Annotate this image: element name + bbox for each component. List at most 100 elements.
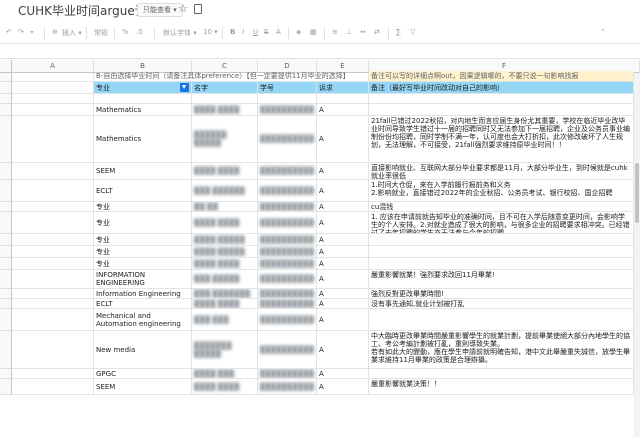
cell-a-header[interactable] [12,82,94,94]
borders-button[interactable]: ▦ [310,28,317,36]
cell-d[interactable]: ██████████ [258,163,317,180]
collapse-toolbar-icon[interactable]: ⌃ [600,28,606,36]
row-header[interactable] [0,289,12,299]
cell-b[interactable]: Mechanical and Automation engineering [94,309,192,331]
redo-icon[interactable]: ↷ [18,28,24,36]
view-mode-dropdown[interactable]: 只能查看 ▾ [137,3,183,17]
row-header[interactable] [0,258,12,270]
cell-b[interactable]: SEEM [94,163,192,180]
cell-a[interactable] [12,163,94,180]
row-header[interactable] [0,212,12,234]
cell-c[interactable]: ████ █████ [192,234,258,246]
cell-b[interactable]: Mathematics [94,116,192,163]
row-header[interactable] [0,234,12,246]
cell-f[interactable]: 21fall已错过2022秋招，对内地生而言应届生身份尤其重要，学校在临近毕业改… [369,116,634,163]
row-header[interactable] [0,331,12,369]
cell-a[interactable] [12,258,94,270]
header-name[interactable]: 名字 [192,82,258,94]
cell-a[interactable] [12,369,94,379]
cell-b[interactable] [94,94,192,104]
cell-d[interactable]: ██████████ [258,369,317,379]
filter-button[interactable]: ▽ [410,28,415,36]
cell-f[interactable] [369,369,634,379]
scrollbar-thumb[interactable] [635,163,639,223]
cell-e[interactable]: A [317,234,369,246]
cell-f[interactable]: 強烈反對更改畢業時間! [369,289,634,299]
row-header[interactable] [0,163,12,180]
spreadsheet-grid[interactable]: B-自由选择毕业时间（请备注具体preference）【但一定要提供11月毕业的… [0,71,640,437]
strikethrough-button[interactable]: S [264,28,268,36]
cell-b-note[interactable]: B-自由选择毕业时间（请备注具体preference）【但一定要提供11月毕业的… [94,71,369,82]
cell-e[interactable]: A [317,258,369,270]
cell-f[interactable] [369,94,634,104]
cell-d[interactable]: ██████████ [258,212,317,234]
cell-c[interactable]: ██ ██ [192,202,258,212]
cell-a[interactable] [12,180,94,202]
cell-d[interactable]: ██████████ [258,270,317,289]
cell-b[interactable]: Mathematics [94,104,192,116]
rotate-button[interactable]: ⇄ [374,28,380,36]
cell-d[interactable] [258,94,317,104]
cell-a-note[interactable] [12,73,94,82]
valign-button[interactable]: ⊥ [346,28,352,36]
header-student-id[interactable]: 学号 [258,82,317,94]
row-header[interactable] [0,73,12,82]
cell-f-note[interactable]: 备注可以写的详细点啊out，因果逻辑哪的，不要只说一句影响找报 [369,71,634,82]
cell-a[interactable] [12,202,94,212]
cell-d[interactable]: ██████████ [258,289,317,299]
cell-c[interactable]: ████ ███ [192,369,258,379]
column-header-a[interactable]: A [12,60,94,73]
cell-a[interactable] [12,234,94,246]
cell-a[interactable] [12,212,94,234]
cell-c[interactable]: ████ ████ [192,212,258,234]
decimal-icon[interactable]: .0 [136,28,143,36]
cell-b[interactable]: Information Engineering [94,289,192,299]
align-button[interactable]: ≡ [332,28,338,36]
cell-f[interactable]: 1.时间大仓促，来在入学前履行报前务和义务 2.影响就业，直接错过2022年的企… [369,180,634,202]
cell-c[interactable]: ████ ████ [192,258,258,270]
cell-b[interactable]: 专业 [94,258,192,270]
cell-f[interactable] [369,309,634,331]
undo-icon[interactable]: ↶ [6,28,12,36]
cell-e[interactable]: A [317,246,369,258]
formula-bar[interactable] [0,45,640,59]
wrap-button[interactable]: ↔ [360,28,366,36]
cell-c[interactable] [192,94,258,104]
cell-e[interactable]: A [317,331,369,369]
cell-d[interactable]: ██████████ [258,309,317,331]
font-size-dropdown[interactable]: 10 ▾ [203,28,218,36]
insert-menu[interactable]: 插入 ▾ [62,28,82,38]
fill-color-icon[interactable]: ◈ [296,28,301,36]
row-header[interactable] [0,309,12,331]
cell-f[interactable] [369,258,634,270]
cell-c[interactable]: ████ ████ [192,104,258,116]
header-appeal[interactable]: 诉求 [317,82,369,94]
cell-e[interactable]: A [317,116,369,163]
row-header[interactable] [0,180,12,202]
percent-icon[interactable]: % [122,28,129,36]
cell-c[interactable]: ██████ █████ [192,116,258,163]
cell-b[interactable]: 专业 [94,202,192,212]
cell-d[interactable]: ██████████ [258,246,317,258]
cell-f[interactable] [369,234,634,246]
underline-button[interactable]: U [253,28,258,36]
cell-a[interactable] [12,94,94,104]
cell-e[interactable]: A [317,202,369,212]
cell-e[interactable]: A [317,180,369,202]
function-button[interactable]: ∑ [396,28,401,36]
cell-f[interactable]: 嚴重影響就業決策！！ [369,379,634,395]
cell-e[interactable]: A [317,299,369,309]
cell-e[interactable]: A [317,369,369,379]
row-header[interactable] [0,202,12,212]
vertical-scrollbar[interactable] [634,73,640,437]
cell-c[interactable]: ███ █████ [192,270,258,289]
cell-b[interactable]: New media [94,331,192,369]
bold-button[interactable]: B [230,28,235,36]
cell-b[interactable]: GPGC [94,369,192,379]
cell-a[interactable] [12,289,94,299]
select-all-corner[interactable] [0,60,12,73]
cell-d[interactable]: ██████████ [258,379,317,395]
header-major[interactable]: 专业 [94,82,192,94]
cell-d[interactable]: ██████████ [258,299,317,309]
text-color-button[interactable]: A [276,28,281,36]
